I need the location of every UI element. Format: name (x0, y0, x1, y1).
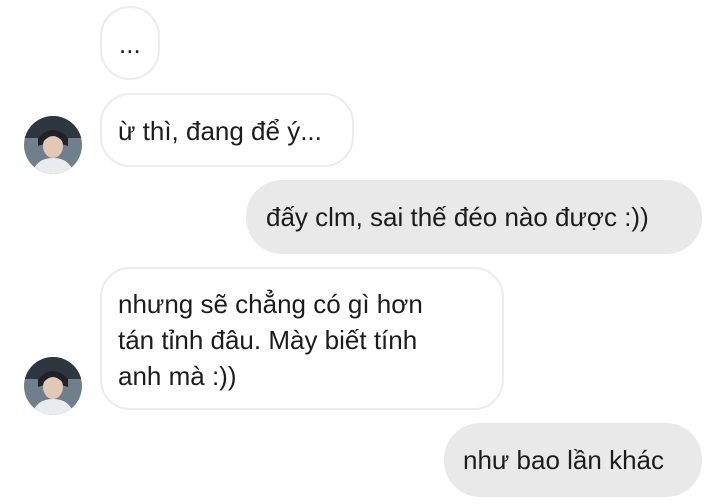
message-text: ... (119, 29, 141, 59)
contact-avatar[interactable] (24, 357, 82, 415)
profile-photo-icon (24, 357, 82, 415)
profile-photo-icon (24, 116, 82, 174)
message-text: đấy clm, sai thế đéo nào được :)) (266, 202, 649, 232)
message-bubble-incoming[interactable]: ừ thì, đang để ý... (100, 93, 354, 167)
message-text: ừ thì, đang để ý... (118, 116, 322, 146)
message-text-line: anh mà :)) (118, 361, 237, 391)
message-bubble-incoming[interactable]: ... (100, 6, 160, 80)
contact-avatar[interactable] (24, 116, 82, 174)
message-bubble-outgoing[interactable]: đấy clm, sai thế đéo nào được :)) (246, 180, 702, 254)
message-bubble-outgoing[interactable]: như bao lần khác (444, 423, 702, 497)
message-text-line: nhưng sẽ chẳng có gì hơn (118, 289, 423, 319)
message-bubble-incoming[interactable]: nhưng sẽ chẳng có gì hơn tán tỉnh đâu. M… (100, 267, 504, 410)
message-text: như bao lần khác (463, 445, 664, 475)
message-text-line: tán tỉnh đâu. Mày biết tính (118, 325, 418, 355)
